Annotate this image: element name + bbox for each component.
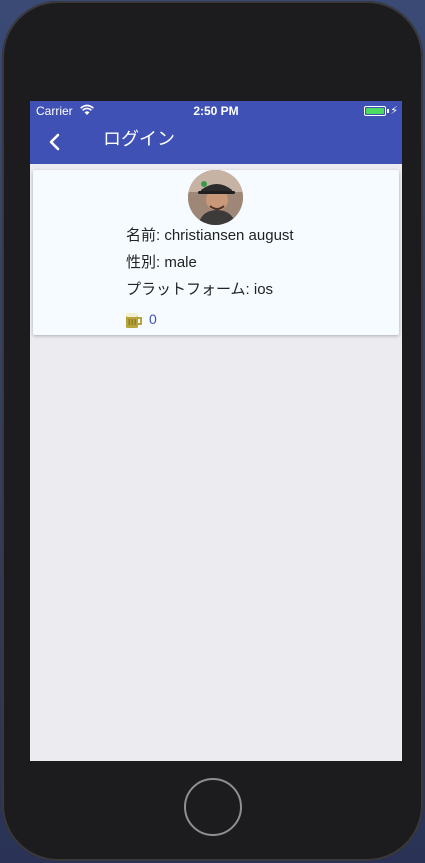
chevron-left-icon[interactable] xyxy=(40,127,70,157)
battery-icon xyxy=(364,106,386,116)
phone-simulator-frame: Carrier 2:50 PM ⚡ ログイン 名前: christiansen … xyxy=(2,1,423,861)
home-button[interactable] xyxy=(184,778,242,836)
platform-text: プラットフォーム: ios xyxy=(126,281,274,298)
charging-icon: ⚡ xyxy=(390,105,398,117)
navigation-bar: ログイン xyxy=(30,121,402,164)
page-title: ログイン xyxy=(103,129,175,149)
beer-mug-icon xyxy=(126,313,142,328)
app-screen: Carrier 2:50 PM ⚡ ログイン 名前: christiansen … xyxy=(30,101,402,761)
profile-card: 名前: christiansen august 性別: male プラットフォー… xyxy=(33,170,399,335)
like-count: 0 xyxy=(149,311,157,327)
battery-cap xyxy=(387,109,389,113)
gender-text: 性別: male xyxy=(126,254,197,271)
status-bar: Carrier 2:50 PM ⚡ xyxy=(30,101,402,121)
status-time: 2:50 PM xyxy=(193,104,239,118)
battery-level xyxy=(366,108,384,114)
name-text: 名前: christiansen august xyxy=(126,227,294,244)
avatar xyxy=(188,170,243,225)
